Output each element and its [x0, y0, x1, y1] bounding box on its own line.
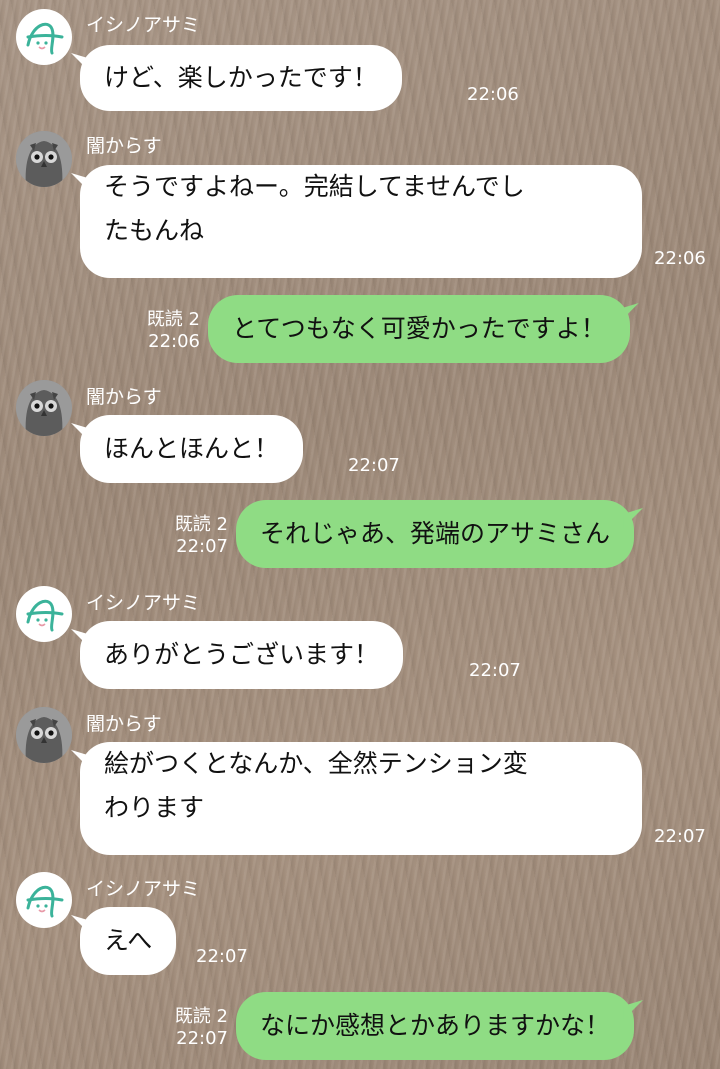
message-time: 22:06: [148, 331, 200, 352]
owl-icon: [16, 131, 72, 187]
read-receipt: 既読 2 22:07: [166, 514, 228, 558]
message-text-line: たもんね: [104, 216, 205, 245]
message-time: 22:07: [469, 660, 521, 681]
read-count: 既読 2: [174, 1006, 228, 1027]
message-time: 22:07: [348, 455, 400, 476]
message-bubble-incoming[interactable]: 絵がつくとなんか、全然テンション変 わります: [71, 742, 642, 855]
message-bubble-incoming[interactable]: ほんとほんと！: [71, 415, 304, 483]
avatar-ishino[interactable]: [16, 9, 72, 65]
sender-name: 闇からす: [86, 386, 162, 408]
sender-name: 闇からす: [86, 135, 162, 157]
sender-name: 闇からす: [86, 713, 162, 735]
read-receipt: 既読 2 22:07: [166, 1006, 228, 1050]
message-time: 22:06: [467, 84, 519, 105]
message-time: 22:07: [196, 946, 248, 967]
message-text-line: 絵がつくとなんか、全然テンション変: [104, 749, 528, 778]
message-text: けど、楽しかったです！: [104, 63, 378, 92]
message-bubble-outgoing[interactable]: それじゃあ、発端のアサミさん: [236, 500, 644, 568]
owl-icon: [16, 707, 72, 763]
message-text: ありがとうございます！: [104, 640, 380, 669]
message-text: とてつもなく可愛かったですよ！: [232, 314, 606, 343]
read-count: 既読 2: [174, 514, 228, 535]
message-text: えへ: [104, 926, 153, 955]
sender-name: イシノアサミ: [86, 14, 201, 36]
a-logo-icon: [26, 885, 64, 918]
read-count: 既読 2: [146, 309, 200, 330]
message-bubble-outgoing[interactable]: なにか感想とかありますかな！: [236, 992, 644, 1060]
message-text: ほんとほんと！: [104, 434, 280, 463]
avatar-ishino[interactable]: [16, 586, 72, 642]
message-text-line: そうですよねー。完結してませんでし: [104, 172, 525, 201]
a-logo-icon: [26, 22, 64, 55]
message-bubble-incoming[interactable]: そうですよねー。完結してませんでし たもんね: [71, 165, 642, 278]
message-bubble-incoming[interactable]: けど、楽しかったです！: [71, 45, 402, 111]
a-logo-icon: [26, 599, 64, 632]
sender-name: イシノアサミ: [86, 592, 201, 614]
message-text-line: わります: [104, 793, 205, 822]
message-bubble-outgoing[interactable]: とてつもなく可愛かったですよ！: [208, 295, 639, 363]
avatar-yami[interactable]: [16, 707, 72, 763]
avatar-yami[interactable]: [16, 380, 72, 436]
message-time: 22:07: [654, 826, 706, 847]
message-text: なにか感想とかありますかな！: [260, 1011, 611, 1040]
avatar-ishino[interactable]: [16, 872, 72, 928]
message-text: それじゃあ、発端のアサミさん: [260, 519, 611, 548]
message-bubble-incoming[interactable]: ありがとうございます！: [71, 621, 404, 689]
message-time: 22:07: [176, 536, 228, 557]
message-time: 22:07: [176, 1028, 228, 1049]
message-time: 22:06: [654, 248, 706, 269]
message-bubble-incoming[interactable]: えへ: [71, 907, 177, 975]
owl-icon: [16, 380, 72, 436]
read-receipt: 既読 2 22:06: [138, 309, 200, 353]
sender-name: イシノアサミ: [86, 878, 201, 900]
avatar-yami[interactable]: [16, 131, 72, 187]
